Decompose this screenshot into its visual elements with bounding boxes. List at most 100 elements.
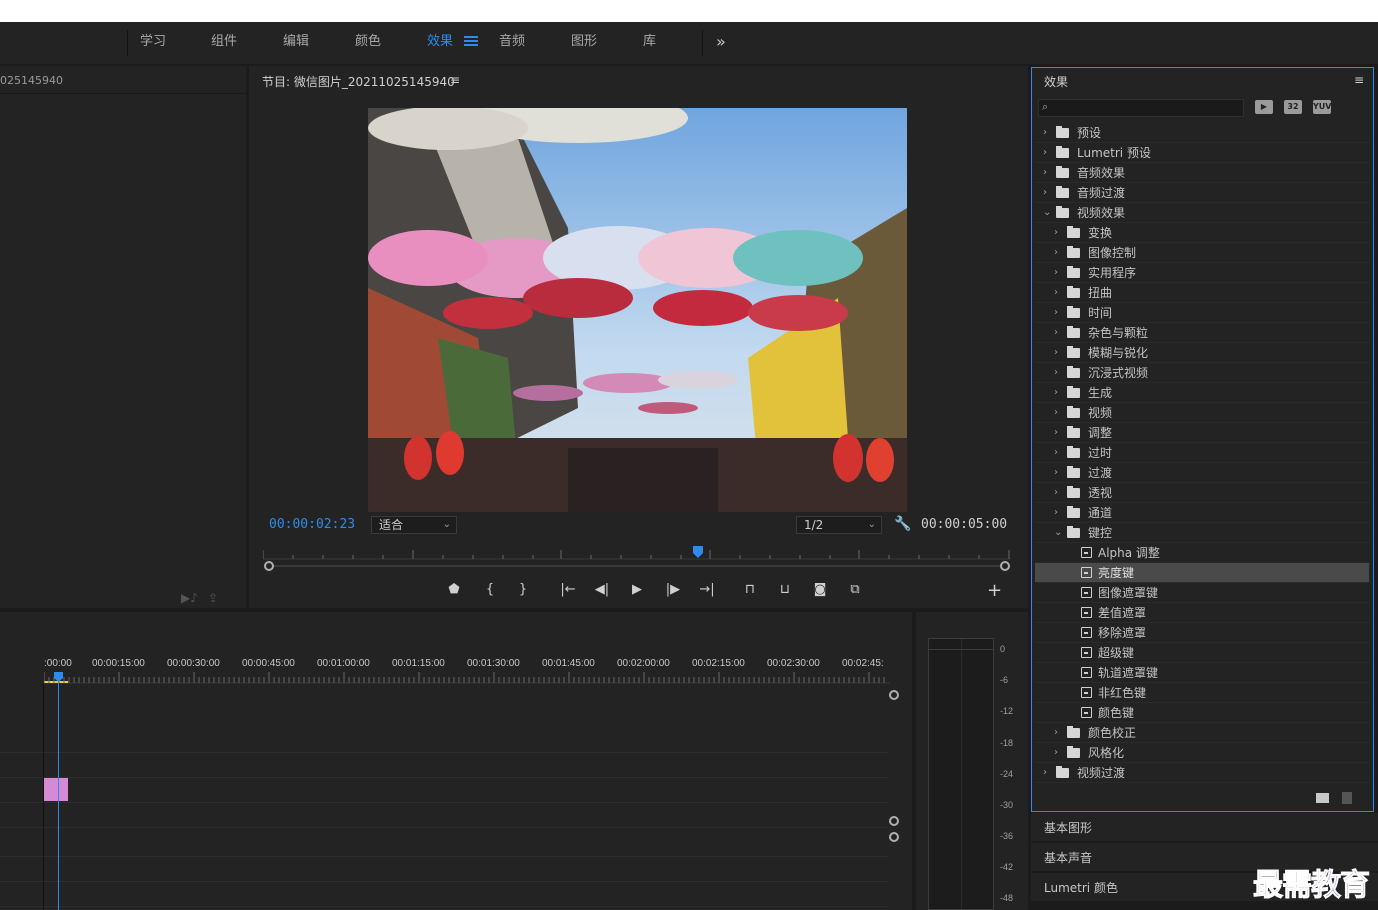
lift-icon[interactable]: ⊓ (739, 580, 761, 600)
chevron-right-icon[interactable]: › (1054, 283, 1058, 303)
chevron-right-icon[interactable]: › (1054, 383, 1058, 403)
effects-tree-item[interactable]: 移除遮罩 (1035, 623, 1369, 643)
effects-search-input[interactable]: ⌕ (1038, 99, 1244, 117)
timeline-vertical-scrollbar[interactable] (889, 690, 899, 910)
chevron-down-icon[interactable]: ⌄ (1043, 203, 1051, 223)
export-icon[interactable]: ⇪ (208, 591, 218, 605)
workspace-tab-effects[interactable]: 效果 (427, 22, 453, 64)
button-editor-plus-icon[interactable]: + (987, 580, 1002, 601)
workspace-tab-color[interactable]: 颜色 (355, 22, 381, 64)
workspace-tab-audio[interactable]: 音频 (499, 22, 525, 64)
trash-icon[interactable] (1342, 792, 1352, 804)
effects-tree-item[interactable]: › 通道 (1035, 503, 1369, 523)
program-title[interactable]: 节目: 微信图片_20211025145940 (262, 73, 455, 90)
effects-panel-title[interactable]: 效果 (1044, 73, 1068, 90)
chevron-down-icon[interactable]: ⌄ (1054, 523, 1062, 543)
video-clip[interactable] (44, 778, 68, 801)
chevron-right-icon[interactable]: › (1054, 463, 1058, 483)
play-icon[interactable]: ▶ (626, 580, 648, 600)
chevron-right-icon[interactable]: › (1043, 763, 1047, 783)
effects-tree-item[interactable]: 差值遮罩 (1035, 603, 1369, 623)
effects-tree-item[interactable]: ⌄ 键控 (1035, 523, 1369, 543)
chevron-right-icon[interactable]: › (1054, 363, 1058, 383)
wrench-settings-icon[interactable]: 🔧 (894, 516, 911, 532)
effects-tree-item[interactable]: › 视频 (1035, 403, 1369, 423)
timeline-time-ruler[interactable] (44, 660, 890, 684)
chevron-right-icon[interactable]: › (1054, 743, 1058, 763)
effects-tree-item[interactable]: › 视频过渡 (1035, 763, 1369, 783)
effects-tree-item[interactable]: › 过时 (1035, 443, 1369, 463)
effects-tree-item[interactable]: › 时间 (1035, 303, 1369, 323)
effects-tree-item[interactable]: 亮度键 (1035, 563, 1369, 583)
add-marker-icon[interactable]: ⬟ (443, 580, 465, 600)
effects-tree-item[interactable]: Alpha 调整 (1035, 543, 1369, 563)
workspace-tab-graphics[interactable]: 图形 (571, 22, 597, 64)
effects-panel-menu-icon[interactable]: ≡ (1354, 73, 1364, 87)
effects-tree-item[interactable]: › 杂色与颗粒 (1035, 323, 1369, 343)
chevron-right-icon[interactable]: › (1054, 303, 1058, 323)
effects-tree-item[interactable]: 颜色键 (1035, 703, 1369, 723)
effects-tree-item[interactable]: 图像遮罩键 (1035, 583, 1369, 603)
effects-tree-item[interactable]: › 过渡 (1035, 463, 1369, 483)
effects-tree-item[interactable]: › 生成 (1035, 383, 1369, 403)
effects-tree-item[interactable]: › 调整 (1035, 423, 1369, 443)
chevron-right-icon[interactable]: › (1054, 423, 1058, 443)
comparison-view-icon[interactable]: ⧉ (844, 580, 866, 600)
effects-tree-item[interactable]: › 预设 (1035, 123, 1369, 143)
extract-icon[interactable]: ⊔ (774, 580, 796, 600)
effects-tree-item[interactable]: › 音频过渡 (1035, 183, 1369, 203)
accelerated-effects-icon[interactable]: ▶ (1255, 100, 1273, 114)
program-playhead[interactable] (693, 546, 703, 558)
scroll-handle-top[interactable] (889, 832, 899, 842)
effects-tree-item[interactable]: › 模糊与锐化 (1035, 343, 1369, 363)
chevron-right-icon[interactable]: › (1054, 443, 1058, 463)
workspace-tab-libraries[interactable]: 库 (643, 22, 656, 64)
fit-dropdown[interactable]: 适合 ⌄ (371, 516, 457, 534)
workspace-tab-assembly[interactable]: 组件 (211, 22, 237, 64)
effects-tree-item[interactable]: › 音频效果 (1035, 163, 1369, 183)
effects-tree-item[interactable]: › Lumetri 预设 (1035, 143, 1369, 163)
go-to-out-icon[interactable]: →| (696, 580, 718, 600)
effects-tree-item[interactable]: › 实用程序 (1035, 263, 1369, 283)
chevron-right-icon[interactable]: › (1043, 143, 1047, 163)
step-back-icon[interactable]: ◀| (591, 580, 613, 600)
playhead-timecode[interactable]: 00:00:02:23 (269, 517, 355, 532)
chevron-right-icon[interactable]: › (1054, 503, 1058, 523)
chevron-right-icon[interactable]: › (1054, 243, 1058, 263)
chevron-right-icon[interactable]: › (1054, 723, 1058, 743)
chevron-right-icon[interactable]: › (1043, 163, 1047, 183)
program-menu-icon[interactable]: ≡ (450, 73, 460, 87)
effects-tree-item[interactable]: › 扭曲 (1035, 283, 1369, 303)
camera-icon[interactable]: ◙ (809, 580, 831, 600)
yuv-effects-icon[interactable]: YUV (1313, 100, 1331, 114)
zoom-handle-right[interactable] (1000, 561, 1010, 571)
zoom-handle-left[interactable] (264, 561, 274, 571)
mark-out-icon[interactable]: } (512, 580, 534, 600)
program-video-frame[interactable] (368, 108, 907, 512)
resolution-dropdown[interactable]: 1/2 ⌄ (796, 516, 882, 534)
chevron-right-icon[interactable]: › (1054, 223, 1058, 243)
essential-graphics-tab[interactable]: 基本图形 (1031, 813, 1378, 841)
mark-in-icon[interactable]: { (479, 580, 501, 600)
effects-tree-item[interactable]: 超级键 (1035, 643, 1369, 663)
chevron-right-icon[interactable]: › (1043, 123, 1047, 143)
step-forward-icon[interactable]: |▶ (662, 580, 684, 600)
workspace-tab-learn[interactable]: 学习 (140, 22, 166, 64)
chevron-right-icon[interactable]: › (1043, 183, 1047, 203)
effects-tree-item[interactable]: › 变换 (1035, 223, 1369, 243)
new-bin-icon[interactable] (1316, 793, 1329, 803)
effects-tree-item[interactable]: 轨道遮罩键 (1035, 663, 1369, 683)
effects-tree-item[interactable]: › 透视 (1035, 483, 1369, 503)
chevron-right-icon[interactable]: › (1054, 483, 1058, 503)
effects-tree-item[interactable]: ⌄ 视频效果 (1035, 203, 1369, 223)
effects-tree-item[interactable]: › 风格化 (1035, 743, 1369, 763)
chevron-right-icon[interactable]: › (1054, 323, 1058, 343)
chevron-right-icon[interactable]: › (1054, 263, 1058, 283)
effects-tree-item[interactable]: › 沉浸式视频 (1035, 363, 1369, 383)
scroll-handle-bottom[interactable] (889, 816, 899, 826)
workspace-tab-editing[interactable]: 编辑 (283, 22, 309, 64)
workspace-menu-icon[interactable] (464, 34, 478, 48)
scroll-handle-top[interactable] (889, 690, 899, 700)
effects-tree-item[interactable]: 非红色键 (1035, 683, 1369, 703)
chevron-right-icon[interactable]: › (1054, 343, 1058, 363)
